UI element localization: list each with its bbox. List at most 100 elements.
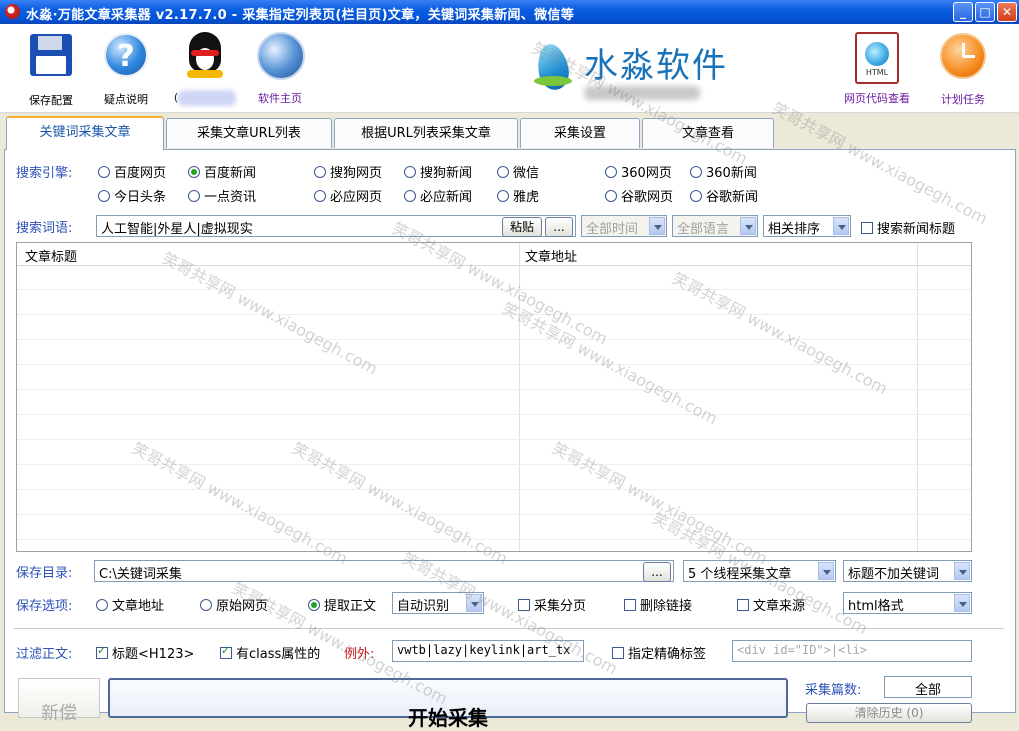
radio-circle[interactable] [98, 166, 110, 178]
homepage-button[interactable]: 软件主页 [245, 32, 315, 106]
page-code-button[interactable]: HTML 网页代码查看 [838, 32, 916, 106]
qq-button[interactable]: ( [170, 32, 240, 106]
radio-circle[interactable] [314, 190, 326, 202]
sort-select[interactable]: 相关排序 [763, 215, 851, 237]
engine-row1-radio-6[interactable]: 360网页 [605, 162, 672, 181]
paste-button[interactable]: 粘贴 [502, 217, 542, 237]
engine-row1-radio-4[interactable]: 搜狗新闻 [404, 162, 472, 181]
engine-row1-radio-1[interactable]: 百度网页 [98, 162, 166, 181]
table-row-line [17, 314, 971, 315]
news-title-checkbox[interactable]: 搜索新闻标题 [861, 218, 955, 237]
radio-circle[interactable] [314, 166, 326, 178]
title-bar: 水淼·万能文章采集器 v2.17.7.0 - 采集指定列表页(栏目页)文章，关键… [0, 0, 1019, 24]
engine-row1-radio-2[interactable]: 百度新闻 [188, 162, 256, 181]
tab-url-list[interactable]: 采集文章URL列表 [166, 118, 332, 148]
table-row-line [17, 289, 971, 290]
table-row-line [17, 339, 971, 340]
count-input[interactable]: 全部 [884, 676, 972, 698]
except-label: 例外: [344, 647, 375, 662]
engine-row2-radio-3[interactable]: 必应网页 [314, 186, 382, 205]
detect-select[interactable]: 自动识别 [392, 592, 484, 614]
new-button[interactable]: 新偿 [18, 678, 100, 724]
table-row-line [17, 464, 971, 465]
col-url[interactable]: 文章地址 [525, 246, 577, 265]
minimize-button[interactable]: _ [953, 2, 973, 22]
radio-label: 搜狗网页 [330, 166, 383, 181]
radio-circle[interactable] [188, 190, 200, 202]
threads-select[interactable]: 5 个线程采集文章 [683, 560, 836, 582]
title-tag-checkbox[interactable]: 标题<H123> [96, 643, 194, 662]
brand-logo: 水淼软件 [532, 38, 792, 108]
radio-label: 谷歌新闻 [706, 190, 759, 205]
start-collect-button[interactable]: 开始采集 [108, 678, 788, 730]
faq-button[interactable]: ? 疑点说明 [91, 32, 161, 107]
table-row-line [17, 439, 971, 440]
engine-row2-radio-2[interactable]: 一点资讯 [188, 186, 256, 205]
tab-settings[interactable]: 采集设置 [520, 118, 640, 148]
radio-label: 必应新闻 [420, 190, 473, 205]
col-title[interactable]: 文章标题 [25, 246, 77, 265]
radio-article-url[interactable]: 文章地址 [96, 595, 164, 614]
radio-circle[interactable] [404, 166, 416, 178]
radio-circle[interactable] [188, 166, 200, 178]
radio-circle[interactable] [404, 190, 416, 202]
radio-label: 百度网页 [114, 166, 167, 181]
globe-icon [257, 32, 305, 80]
engine-row1-radio-3[interactable]: 搜狗网页 [314, 162, 382, 181]
water-drop-icon [532, 40, 572, 96]
exact-tag-input[interactable]: <div id="ID">|<li> [732, 640, 972, 662]
tab-collect-by-url[interactable]: 根据URL列表采集文章 [334, 118, 518, 148]
radio-label: 360网页 [621, 166, 672, 181]
html-file-icon: HTML [855, 32, 899, 84]
paging-checkbox[interactable]: 采集分页 [518, 595, 586, 614]
title-mode-select[interactable]: 标题不加关键词 [843, 560, 972, 582]
engine-row2-radio-1[interactable]: 今日头条 [98, 186, 166, 205]
engine-row1-radio-5[interactable]: 微信 [497, 162, 539, 181]
table-row-line [17, 514, 971, 515]
save-config-button[interactable]: 保存配置 [16, 32, 86, 108]
format-select[interactable]: html格式 [843, 592, 972, 614]
radio-raw-page[interactable]: 原始网页 [200, 595, 268, 614]
save-options-label: 保存选项: [16, 599, 73, 614]
engine-row1-radio-7[interactable]: 360新闻 [690, 162, 757, 181]
engine-row2-radio-6[interactable]: 谷歌网页 [605, 186, 673, 205]
separator [14, 628, 1004, 629]
close-button[interactable]: ✕ [997, 2, 1017, 22]
maximize-button[interactable]: □ [975, 2, 995, 22]
class-attr-checkbox[interactable]: 有class属性的 [220, 643, 320, 662]
radio-label: 百度新闻 [204, 166, 257, 181]
radio-circle[interactable] [497, 166, 509, 178]
except-input[interactable]: vwtb|lazy|keylink|art_tx [392, 640, 584, 662]
radio-circle[interactable] [605, 190, 617, 202]
radio-label: 一点资讯 [204, 190, 257, 205]
tab-article-view[interactable]: 文章查看 [642, 118, 774, 148]
engine-row2-radio-5[interactable]: 雅虎 [497, 186, 539, 205]
radio-circle[interactable] [98, 190, 110, 202]
search-label: 搜索词语: [16, 221, 73, 236]
exact-tag-checkbox[interactable]: 指定精确标签 [612, 643, 706, 662]
engine-row2-radio-4[interactable]: 必应新闻 [404, 186, 472, 205]
engine-row2-radio-7[interactable]: 谷歌新闻 [690, 186, 758, 205]
table-row-line [17, 414, 971, 415]
count-label: 采集篇数: [805, 683, 862, 698]
schedule-button[interactable]: 计划任务 [928, 32, 998, 107]
radio-circle[interactable] [497, 190, 509, 202]
language-select[interactable]: 全部语言 [672, 215, 758, 237]
radio-circle[interactable] [690, 190, 702, 202]
radio-label: 360新闻 [706, 166, 757, 181]
results-table: 文章标题 文章地址 [16, 242, 972, 552]
filter-label: 过滤正文: [16, 647, 73, 662]
radio-circle[interactable] [605, 166, 617, 178]
clear-history-button[interactable]: 清除历史 (0) [806, 703, 972, 723]
radio-extract-body[interactable]: 提取正文 [308, 595, 376, 614]
tab-keyword-collect[interactable]: 关键词采集文章 [6, 116, 164, 150]
article-source-checkbox[interactable]: 文章来源 [737, 595, 805, 614]
remove-links-checkbox[interactable]: 删除链接 [624, 595, 692, 614]
radio-circle[interactable] [690, 166, 702, 178]
save-dir-input[interactable]: C:\关键词采集 [94, 560, 674, 582]
search-more-button[interactable]: ... [545, 217, 573, 237]
toolbar: 保存配置 ? 疑点说明 ( 软件主页 水淼软件 HTML 网页代码查看 计划任务 [0, 24, 1019, 113]
browse-dir-button[interactable]: ... [643, 562, 671, 582]
app-icon [5, 4, 20, 19]
time-select[interactable]: 全部时间 [581, 215, 667, 237]
